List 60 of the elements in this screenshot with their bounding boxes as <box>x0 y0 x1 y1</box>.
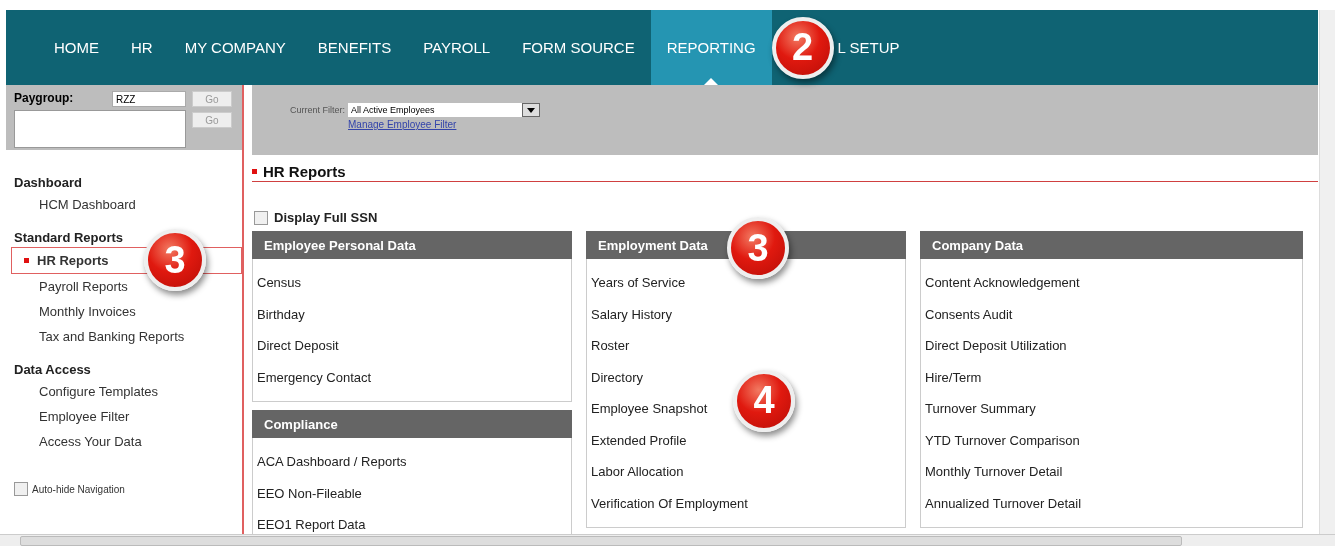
report-link[interactable]: Labor Allocation <box>591 456 684 488</box>
report-link[interactable]: Birthday <box>257 298 305 330</box>
callout-badge: 2 <box>771 16 834 79</box>
report-link[interactable]: Roster <box>591 330 630 362</box>
nav-tab[interactable]: BENEFITS <box>301 10 408 85</box>
card-title: Employee Personal Data <box>264 237 416 253</box>
report-link[interactable]: Consents Audit <box>925 298 1013 330</box>
nav-tab[interactable]: L SETUP <box>835 10 916 85</box>
nav-tab[interactable]: PAYROLL <box>407 10 507 85</box>
sidebar-item[interactable]: Configure Templates <box>14 379 242 404</box>
report-link[interactable]: Directory <box>591 361 643 393</box>
report-link[interactable]: Salary History <box>591 298 672 330</box>
filter-dropdown[interactable]: All Active Employees <box>348 103 540 117</box>
sidebar-item[interactable]: Monthly Invoices <box>14 299 242 324</box>
sidebar-item[interactable]: Access Your Data <box>14 429 242 454</box>
report-link[interactable]: Hire/Term <box>925 361 982 393</box>
report-link[interactable]: Direct Deposit Utilization <box>925 330 1067 362</box>
report-link[interactable]: Extended Profile <box>591 424 687 456</box>
section-title: HR Reports <box>263 163 346 180</box>
paygroup-label: Paygroup: <box>14 91 75 107</box>
report-link[interactable]: Content Acknowledgement <box>925 267 1080 299</box>
sidebar-group-title: Dashboard <box>14 174 83 192</box>
report-link[interactable]: Monthly Turnover Detail <box>925 456 1063 488</box>
horizontal-scrollbar[interactable] <box>0 534 1335 546</box>
report-link[interactable]: Annualized Turnover Detail <box>925 487 1082 519</box>
report-link[interactable]: ACA Dashboard / Reports <box>257 446 407 478</box>
sidebar-group-title: Data Access <box>14 361 92 379</box>
caret-icon <box>527 107 535 113</box>
sidebar-item[interactable]: Employee Filter <box>14 404 242 429</box>
sidebar-item[interactable]: HCM Dashboard <box>14 192 242 217</box>
vertical-scrollbar[interactable] <box>1319 10 1335 535</box>
report-link[interactable]: Direct Deposit <box>257 330 339 362</box>
report-link[interactable]: EEO1 Report Data <box>257 509 366 535</box>
nav-tab[interactable]: HR <box>115 10 169 85</box>
card-title: Employment Data <box>598 237 708 253</box>
report-link[interactable]: Census <box>257 267 302 299</box>
report-link[interactable]: Employee Snapshot <box>591 393 708 425</box>
callout-badge: 4 <box>733 369 795 432</box>
report-link[interactable]: Turnover Summary <box>925 393 1036 425</box>
nav-tab[interactable]: FORM SOURCE <box>506 10 651 85</box>
report-link[interactable]: Years of Service <box>591 267 686 299</box>
filter-label: Current Filter: <box>290 104 345 117</box>
manage-filter-link[interactable]: Manage Employee Filter <box>348 117 540 133</box>
card-title: Compliance <box>264 416 338 432</box>
report-link[interactable]: Verification Of Employment <box>591 487 748 519</box>
sidebar-item[interactable]: Tax and Banking Reports <box>14 324 242 349</box>
report-link[interactable]: Emergency Contact <box>257 361 372 393</box>
sidebar-group-title: Standard Reports <box>14 229 125 247</box>
callout-badge: 3 <box>727 217 789 279</box>
callout-badge: 3 <box>144 229 206 291</box>
nav-tab[interactable]: MY COMPANY <box>168 10 302 85</box>
auto-hide-checkbox[interactable]: Auto-hide Navigation <box>14 482 234 496</box>
nav-tab[interactable]: HOME <box>38 10 115 85</box>
paygroup-field[interactable]: RZZ <box>112 91 186 107</box>
bullet-icon <box>24 258 29 263</box>
report-link[interactable]: YTD Turnover Comparison <box>925 424 1080 456</box>
report-link[interactable]: EEO Non-Fileable <box>257 477 362 509</box>
card-title: Company Data <box>932 237 1024 253</box>
bullet-icon <box>252 169 257 174</box>
paygroup-list-field[interactable] <box>14 110 186 148</box>
